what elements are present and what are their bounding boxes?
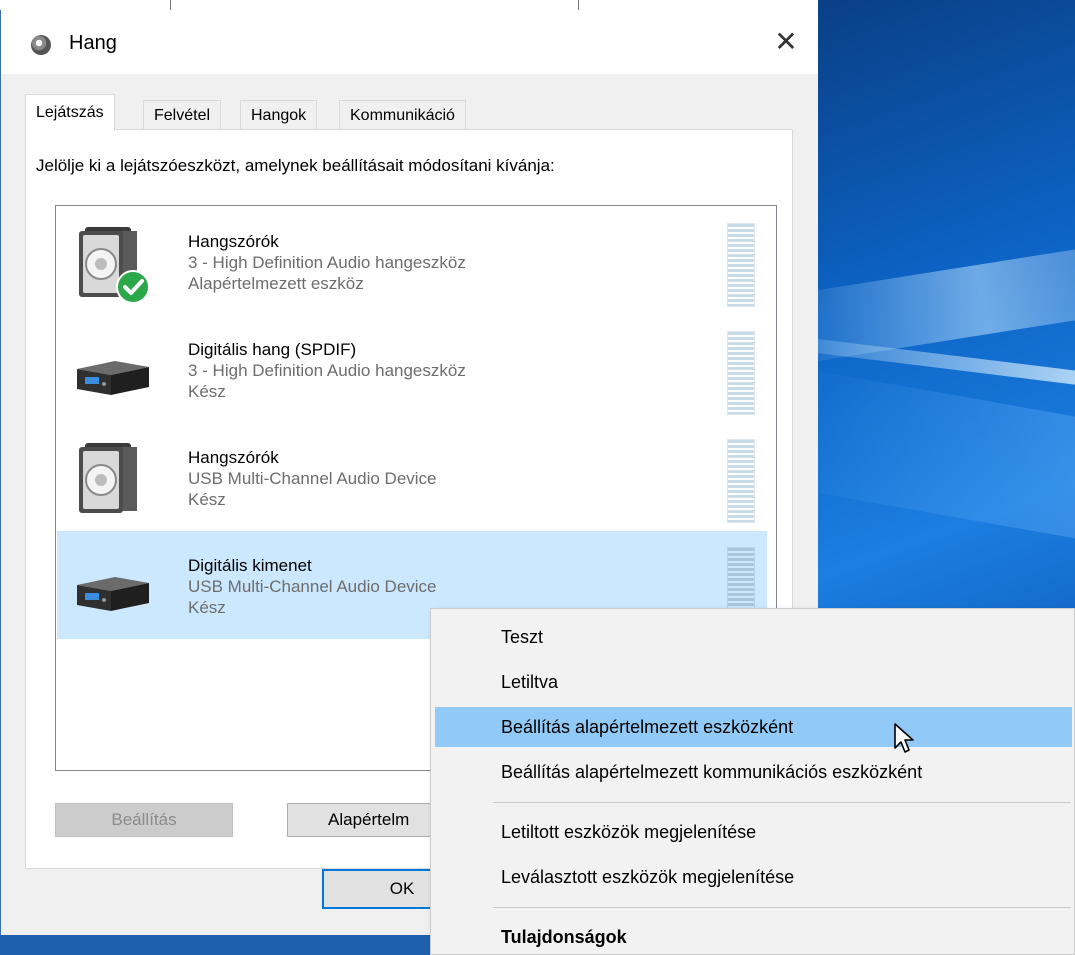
device-name: Hangszórók (188, 232, 279, 251)
speaker-icon (79, 227, 150, 304)
device-item[interactable]: Digitális hang (SPDIF) 3 - High Definiti… (57, 315, 767, 423)
tab-recording[interactable]: Felvétel (143, 100, 222, 130)
digital-receiver-icon (77, 577, 149, 611)
tab-sounds[interactable]: Hangok (240, 100, 318, 130)
device-driver: 3 - High Definition Audio hangeszköz (188, 361, 466, 380)
menu-item-set-default-communication-device[interactable]: Beállítás alapértelmezett kommunikációs … (435, 752, 1072, 792)
digital-receiver-icon (77, 361, 149, 395)
menu-item-properties[interactable]: Tulajdonságok (435, 917, 1072, 955)
instruction-text: Jelölje ki a lejátszóeszközt, amelynek b… (36, 156, 555, 175)
configure-button[interactable]: Beállítás (55, 803, 233, 837)
device-status: Kész (188, 490, 226, 509)
volume-level-meter (727, 223, 755, 307)
device-status: Kész (188, 598, 226, 617)
device-status: Alapértelmezett eszköz (188, 274, 364, 293)
speaker-app-icon (31, 35, 51, 55)
device-driver: USB Multi-Channel Audio Device (188, 577, 437, 596)
volume-level-meter (727, 439, 755, 523)
device-item[interactable]: Hangszórók USB Multi-Channel Audio Devic… (57, 423, 767, 531)
context-menu: Teszt Letiltva Beállítás alapértelmezett… (430, 608, 1075, 955)
device-status: Kész (188, 382, 226, 401)
menu-item-disable[interactable]: Letiltva (435, 662, 1072, 702)
default-check-badge (116, 270, 150, 304)
device-name: Digitális kimenet (188, 556, 312, 575)
device-name: Digitális hang (SPDIF) (188, 340, 357, 359)
title-bar[interactable]: Hang ✕ (1, 10, 818, 74)
tab-communications[interactable]: Kommunikáció (339, 100, 466, 130)
menu-separator (493, 907, 1071, 908)
menu-separator (493, 802, 1071, 803)
device-driver: USB Multi-Channel Audio Device (188, 469, 437, 488)
close-button[interactable]: ✕ (754, 10, 818, 74)
menu-item-show-disconnected-devices[interactable]: Leválasztott eszközök megjelenítése (435, 857, 1072, 897)
device-item[interactable]: Hangszórók 3 - High Definition Audio han… (57, 207, 767, 315)
speaker-icon (79, 443, 137, 513)
menu-item-set-default-device[interactable]: Beállítás alapértelmezett eszközként (435, 707, 1072, 747)
window-title: Hang (69, 32, 117, 54)
tab-playback[interactable]: Lejátszás (25, 94, 115, 131)
device-driver: 3 - High Definition Audio hangeszköz (188, 253, 466, 272)
menu-item-show-disabled-devices[interactable]: Letiltott eszközök megjelenítése (435, 812, 1072, 852)
device-name: Hangszórók (188, 448, 279, 467)
mouse-cursor-icon (894, 723, 914, 753)
volume-level-meter (727, 331, 755, 415)
menu-item-test[interactable]: Teszt (435, 617, 1072, 657)
taskbar (0, 935, 430, 955)
